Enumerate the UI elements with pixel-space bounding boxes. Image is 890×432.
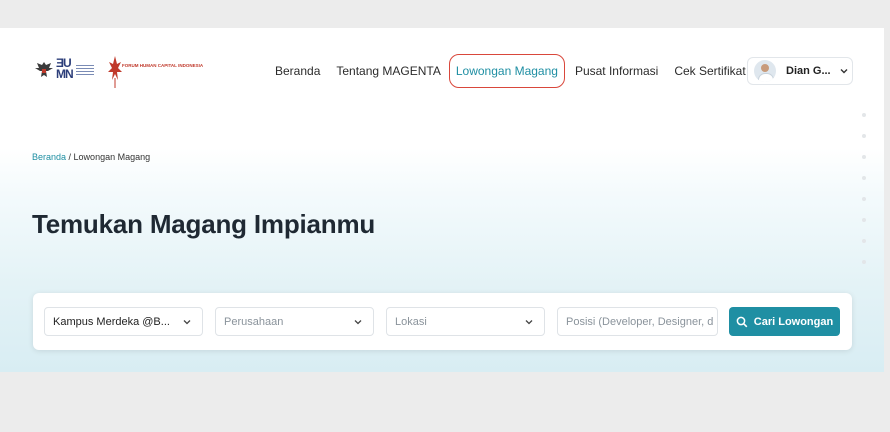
breadcrumb-home-link[interactable]: Beranda: [32, 152, 66, 162]
decorative-dots: [862, 113, 868, 281]
search-panel: Kampus Merdeka @B... Perusahaan Lokasi P…: [33, 293, 852, 350]
chevron-down-icon: [525, 320, 533, 325]
fhci-logo-text: FORUM HUMAN CAPITAL INDONESIA: [122, 63, 204, 68]
nav-cek-sertifikat[interactable]: Cek Sertifikat: [674, 64, 745, 78]
search-jobs-button[interactable]: Cari Lowongan: [729, 307, 840, 336]
position-search-input[interactable]: [566, 315, 716, 328]
page-title: Temukan Magang Impianmu: [32, 209, 376, 239]
position-search-field: [557, 307, 718, 336]
breadcrumb: Beranda / Lowongan Magang: [32, 152, 150, 162]
breadcrumb-separator: /: [66, 152, 74, 162]
nav-lowongan-magang[interactable]: Lowongan Magang: [448, 54, 565, 88]
fhci-emblem-icon: [108, 56, 122, 88]
location-select[interactable]: Lokasi: [386, 307, 545, 336]
main-nav: Beranda Tentang MAGENTA Lowongan Magang …: [275, 53, 762, 89]
nav-beranda[interactable]: Beranda: [275, 64, 320, 78]
chevron-down-icon: [840, 69, 848, 74]
program-select-value: Kampus Merdeka @B...: [53, 315, 170, 328]
bumn-logo: ƎU MN: [56, 57, 96, 83]
page-frame: ƎU MN FORUM HUMAN CAPITAL INDONESIA Beran…: [0, 28, 884, 372]
user-name: Dian G...: [786, 65, 831, 77]
chevron-down-icon: [354, 320, 362, 325]
search-jobs-button-label: Cari Lowongan: [753, 315, 834, 328]
breadcrumb-current: Lowongan Magang: [73, 152, 151, 162]
nav-tentang-magenta[interactable]: Tentang MAGENTA: [336, 64, 440, 78]
chevron-down-icon: [183, 320, 191, 325]
program-select[interactable]: Kampus Merdeka @B...: [44, 307, 203, 336]
user-menu-button[interactable]: Dian G...: [747, 57, 853, 85]
fhci-logo: FORUM HUMAN CAPITAL INDONESIA: [108, 54, 203, 90]
search-icon: [736, 316, 748, 327]
location-select-placeholder: Lokasi: [395, 315, 427, 328]
company-select[interactable]: Perusahaan: [215, 307, 374, 336]
avatar: [754, 60, 776, 82]
company-select-placeholder: Perusahaan: [224, 315, 284, 328]
navbar: ƎU MN FORUM HUMAN CAPITAL INDONESIA Beran…: [0, 28, 884, 114]
nav-pusat-informasi[interactable]: Pusat Informasi: [575, 64, 658, 78]
garuda-logo-icon: [35, 62, 53, 77]
